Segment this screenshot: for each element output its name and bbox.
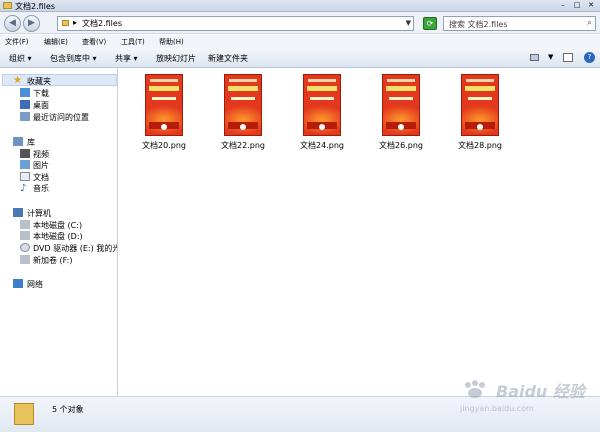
sidebar-item-dvd[interactable]: DVD 驱动器 (E:) 我的光 — [33, 243, 117, 254]
file-list: 文档20.png 文档22.png 文档24.png 文档26.png 文档28… — [119, 69, 600, 395]
sidebar-item-downloads[interactable]: 下载 — [33, 88, 49, 99]
video-icon — [20, 149, 30, 158]
sidebar-item-music[interactable]: 音乐 — [33, 183, 49, 194]
help-icon[interactable]: ? — [584, 52, 595, 63]
preview-pane-icon[interactable] — [563, 53, 573, 62]
new-folder-button[interactable]: 新建文件夹 — [208, 53, 248, 64]
documents-icon — [20, 172, 30, 181]
recent-places-icon — [20, 112, 30, 121]
slideshow-button[interactable]: 放映幻灯片 — [156, 53, 196, 64]
address-path[interactable]: 文档2.files — [82, 18, 122, 29]
drive-icon — [20, 231, 30, 240]
navigation-pane: ★ 收藏夹 下载 桌面 最近访问的位置 库 视频 图片 文档 ♪ 音乐 计算机 … — [0, 69, 118, 395]
address-bar[interactable]: ▸ 文档2.files ▼ — [57, 16, 414, 31]
image-thumbnail — [382, 74, 420, 136]
address-row: ◀ ▶ ▸ 文档2.files ▼ ⟳ 搜索 文档2.files ⌕ — [0, 12, 600, 34]
star-icon: ★ — [13, 75, 22, 86]
include-in-library-button[interactable]: 包含到库中 ▾ — [50, 53, 97, 64]
menu-help[interactable]: 帮助(H) — [159, 37, 184, 47]
file-name: 文档26.png — [379, 141, 423, 150]
drive-icon — [20, 255, 30, 264]
search-input[interactable]: 搜索 文档2.files ⌕ — [443, 16, 596, 31]
share-button[interactable]: 共享 ▾ — [115, 53, 138, 64]
paw-icon — [465, 380, 485, 398]
watermark-brand: Baidu 经验 — [496, 382, 585, 401]
menu-edit[interactable]: 编辑(E) — [44, 37, 68, 47]
sidebar-item-desktop[interactable]: 桌面 — [33, 100, 49, 111]
organize-button[interactable]: 组织 ▾ — [9, 53, 32, 64]
menu-view[interactable]: 查看(V) — [82, 37, 106, 47]
network-icon — [13, 279, 23, 288]
close-button[interactable]: ✕ — [585, 1, 597, 10]
sidebar-item-libraries[interactable]: 库 — [27, 137, 35, 148]
sidebar-item-favorites[interactable]: 收藏夹 — [27, 76, 51, 87]
image-thumbnail — [224, 74, 262, 136]
image-thumbnail — [303, 74, 341, 136]
dvd-icon — [20, 243, 30, 252]
computer-icon — [13, 208, 23, 217]
music-icon: ♪ — [20, 183, 27, 194]
command-toolbar: 组织 ▾ 包含到库中 ▾ 共享 ▾ 放映幻灯片 新建文件夹 ▼ ? — [0, 48, 600, 68]
sidebar-item-drive-f[interactable]: 新加卷 (F:) — [33, 255, 72, 266]
file-name: 文档24.png — [300, 141, 344, 150]
sidebar-item-videos[interactable]: 视频 — [33, 149, 49, 160]
back-button[interactable]: ◀ — [4, 15, 21, 32]
sidebar-item-recent[interactable]: 最近访问的位置 — [33, 112, 89, 123]
file-name: 文档28.png — [458, 141, 502, 150]
sidebar-item-network[interactable]: 网络 — [27, 279, 43, 290]
menu-tools[interactable]: 工具(T) — [121, 37, 145, 47]
file-name: 文档20.png — [142, 141, 186, 150]
folder-icon — [14, 403, 34, 425]
watermark: Baidu 经验 jingyan.baidu.com — [460, 378, 595, 418]
chevron-right-icon: ▸ — [73, 18, 78, 27]
sidebar-item-drive-d[interactable]: 本地磁盘 (D:) — [33, 231, 83, 242]
search-placeholder: 搜索 文档2.files — [449, 20, 508, 29]
desktop-icon — [20, 100, 30, 109]
folder-icon — [62, 20, 69, 26]
menu-bar: 文件(F) 编辑(E) 查看(V) 工具(T) 帮助(H) — [0, 35, 600, 48]
search-icon[interactable]: ⌕ — [587, 18, 592, 28]
refresh-button[interactable]: ⟳ — [423, 17, 437, 30]
chevron-down-icon[interactable]: ▼ — [406, 19, 411, 27]
minimize-button[interactable]: – — [557, 1, 569, 10]
folder-icon — [3, 2, 12, 9]
sidebar-item-documents[interactable]: 文档 — [33, 172, 49, 183]
title-bar: 文档2.files – □ ✕ — [0, 0, 600, 12]
library-icon — [13, 137, 23, 146]
chevron-down-icon[interactable]: ▼ — [548, 53, 553, 61]
drive-icon — [20, 220, 30, 229]
window-controls: – □ ✕ — [557, 1, 597, 10]
sidebar-item-computer[interactable]: 计算机 — [27, 208, 51, 219]
watermark-url: jingyan.baidu.com — [460, 404, 534, 413]
maximize-button[interactable]: □ — [571, 1, 583, 10]
forward-button[interactable]: ▶ — [23, 15, 40, 32]
image-thumbnail — [145, 74, 183, 136]
image-thumbnail — [461, 74, 499, 136]
window-title: 文档2.files — [15, 2, 55, 11]
file-name: 文档22.png — [221, 141, 265, 150]
item-count: 5 个对象 — [52, 405, 84, 414]
change-view-icon[interactable] — [530, 54, 539, 61]
sidebar-item-drive-c[interactable]: 本地磁盘 (C:) — [33, 220, 82, 231]
download-icon — [20, 88, 30, 97]
pictures-icon — [20, 160, 30, 169]
menu-file[interactable]: 文件(F) — [5, 37, 29, 47]
sidebar-item-pictures[interactable]: 图片 — [33, 160, 49, 171]
